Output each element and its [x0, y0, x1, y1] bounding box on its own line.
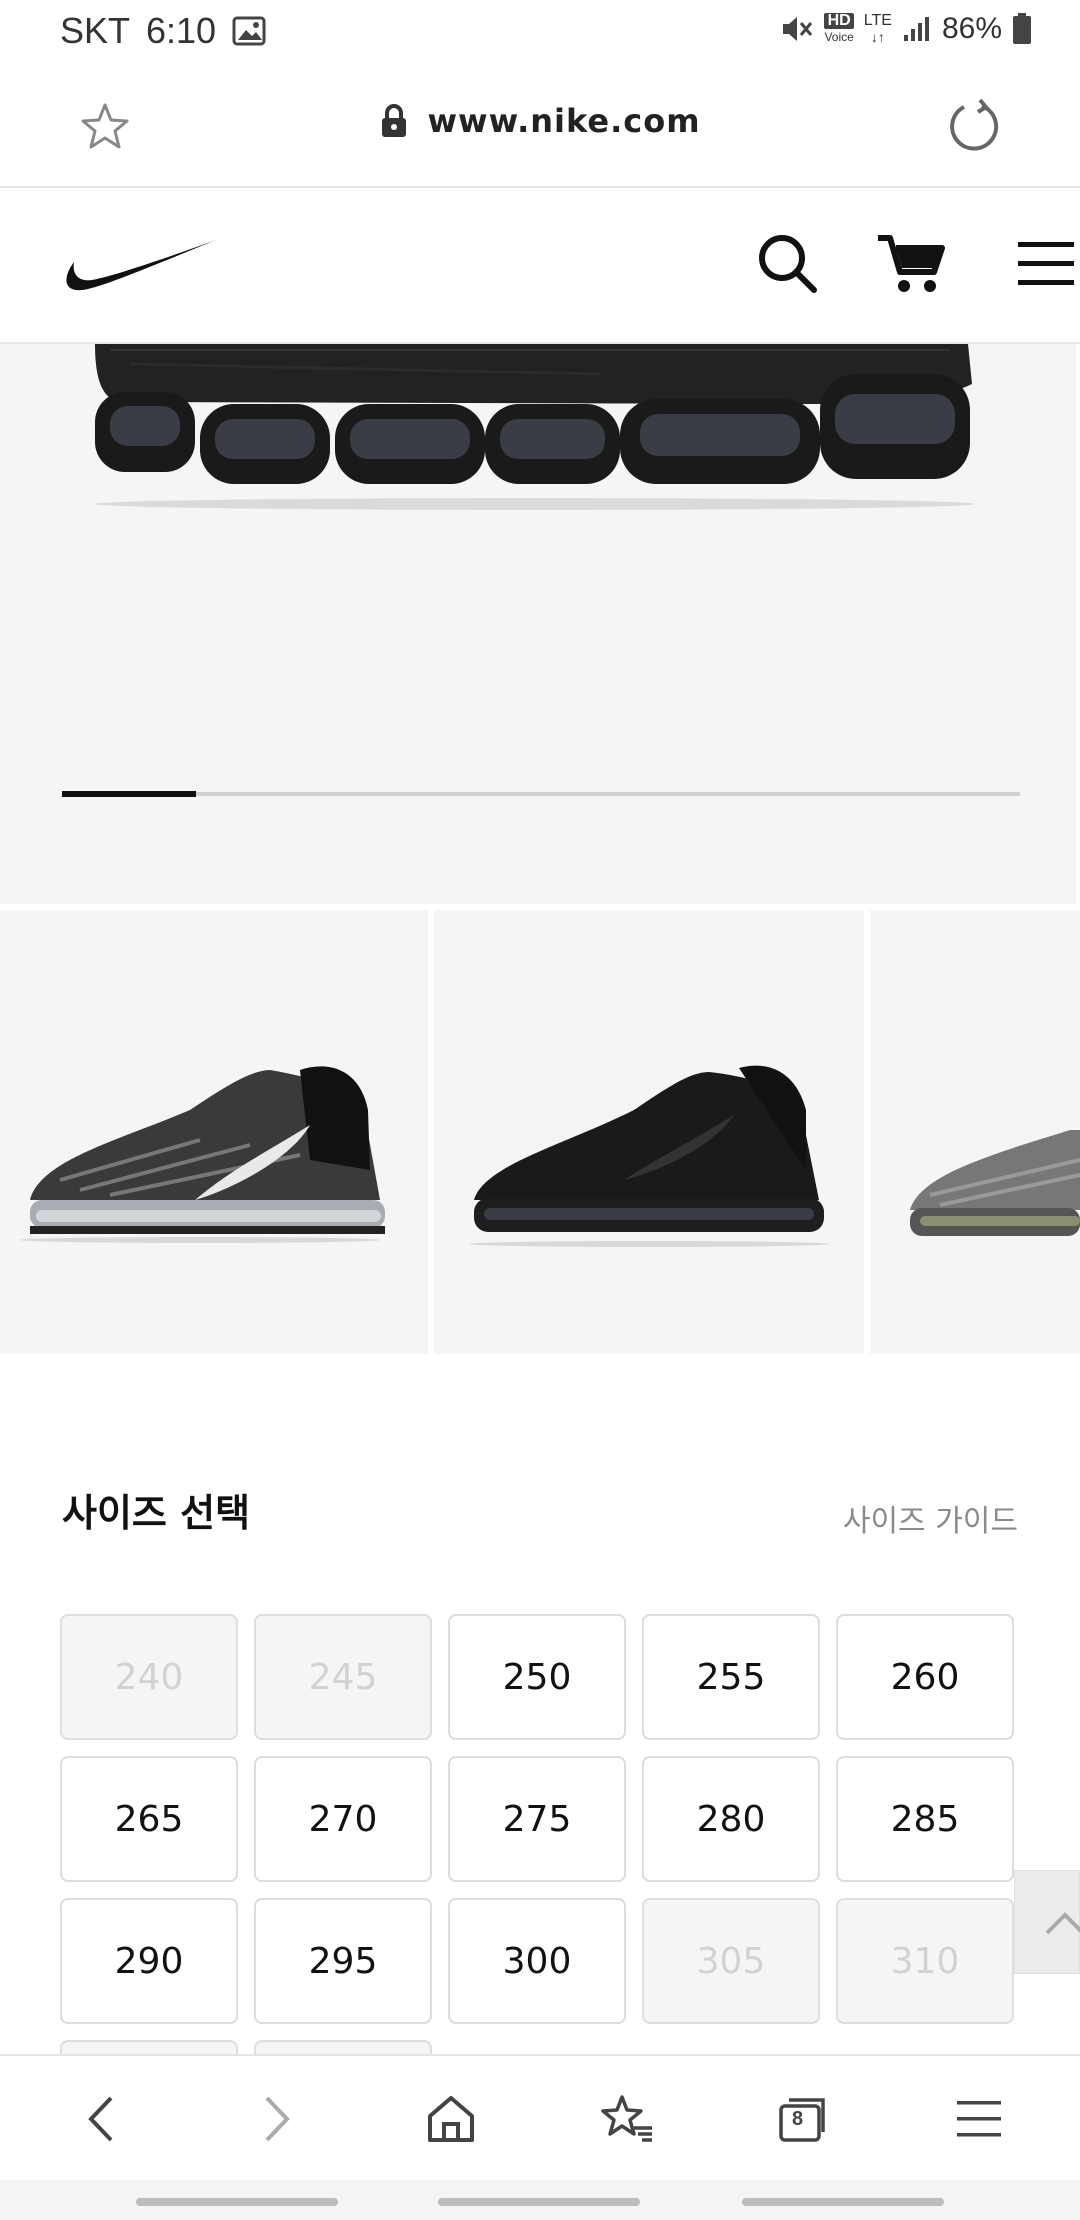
hamburger-icon [957, 2101, 1001, 2137]
home-icon [428, 2096, 474, 2142]
carousel-progress-track [62, 791, 1020, 797]
browser-menu-button[interactable] [944, 2084, 1014, 2154]
hamburger-menu-icon[interactable] [1016, 236, 1076, 292]
thumbnail-2[interactable] [434, 910, 864, 1354]
voice-label: Voice [824, 30, 854, 44]
size-option-245: 245 [254, 1614, 432, 1740]
mute-icon [783, 17, 813, 41]
gallery-notification-icon [232, 16, 266, 46]
address-bar: www.nike.com [0, 62, 1080, 188]
gesture-pill-left[interactable] [136, 2198, 338, 2206]
lte-label: LTE [863, 12, 892, 29]
thumbnail-1[interactable] [0, 910, 428, 1354]
size-option-240: 240 [60, 1614, 238, 1740]
gesture-pill-right[interactable] [742, 2198, 944, 2206]
scroll-to-top-button[interactable] [1014, 1870, 1080, 1974]
tab-count: 8 [792, 2108, 804, 2130]
bookmarks-button[interactable] [592, 2084, 662, 2154]
status-right: HD Voice LTE ↓↑ 86% [780, 12, 1032, 46]
size-option-305: 305 [642, 1898, 820, 2024]
data-arrows-icon: ↓↑ [870, 29, 885, 45]
hd-label: HD [824, 13, 854, 29]
size-option-285[interactable]: 285 [836, 1756, 1014, 1882]
size-option-280[interactable]: 280 [642, 1756, 820, 1882]
back-button[interactable] [66, 2084, 136, 2154]
size-option-310: 310 [836, 1898, 1014, 2024]
size-option-295[interactable]: 295 [254, 1898, 432, 2024]
chevron-up-icon [1045, 1912, 1080, 1935]
thumbnail-3[interactable] [870, 910, 1080, 1354]
site-header [0, 188, 1080, 344]
signal-icon [903, 17, 929, 41]
status-left: SKT 6:10 [60, 10, 266, 52]
lock-icon [382, 104, 407, 137]
size-section-title: 사이즈 선택 [62, 1491, 251, 1535]
size-option-270[interactable]: 270 [254, 1756, 432, 1882]
size-option-260[interactable]: 260 [836, 1614, 1014, 1740]
url-field[interactable]: www.nike.com [0, 102, 1080, 140]
battery-percent: 86% [941, 12, 1002, 45]
forward-button[interactable] [242, 2084, 312, 2154]
product-hero-image [95, 344, 975, 510]
size-option-250[interactable]: 250 [448, 1614, 626, 1740]
reload-icon[interactable] [946, 98, 1002, 154]
bookmarks-star-icon [601, 2095, 652, 2142]
clock: 6:10 [146, 10, 217, 51]
status-bar: SKT 6:10 HD Voice LTE ↓↑ 86% [0, 0, 1080, 62]
shoe-thumbnail-image-1 [20, 1066, 385, 1243]
lte-indicator: LTE ↓↑ [863, 12, 892, 46]
hd-voice-indicator: HD Voice [824, 13, 854, 45]
tabs-button[interactable]: 8 [768, 2084, 838, 2154]
size-option-290[interactable]: 290 [60, 1898, 238, 2024]
size-option-265[interactable]: 265 [60, 1756, 238, 1882]
url-text: www.nike.com [427, 102, 701, 140]
home-button[interactable] [416, 2084, 486, 2154]
search-icon[interactable] [756, 232, 820, 296]
shoe-thumbnail-image-2 [469, 1065, 829, 1247]
nike-swoosh-logo[interactable] [60, 236, 220, 296]
chevron-right-icon [265, 2096, 290, 2142]
shoe-thumbnail-image-3 [910, 1130, 1080, 1236]
gesture-pill-center[interactable] [438, 2198, 640, 2206]
size-option-255[interactable]: 255 [642, 1614, 820, 1740]
carrier-label: SKT [60, 10, 131, 51]
gesture-navigation-bar [0, 2180, 1080, 2220]
battery-icon [1013, 13, 1031, 44]
size-option-300[interactable]: 300 [448, 1898, 626, 2024]
size-option-275[interactable]: 275 [448, 1756, 626, 1882]
browser-toolbar: 8 [0, 2054, 1080, 2180]
carousel-progress-fill [62, 791, 197, 797]
cart-icon[interactable] [876, 232, 946, 296]
size-guide-link[interactable]: 사이즈 가이드 [843, 1496, 1018, 1540]
product-thumbnail-strip [0, 910, 1080, 1354]
product-hero-carousel[interactable] [0, 344, 1076, 904]
chevron-left-icon [88, 2096, 113, 2142]
